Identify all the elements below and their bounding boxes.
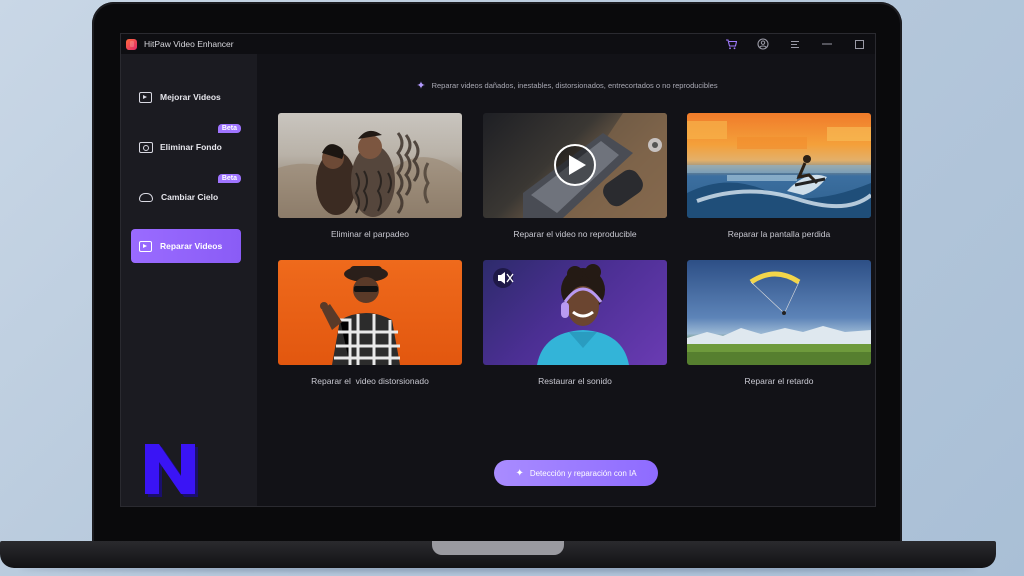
thumbnail-flicker [278, 113, 462, 218]
thumbnail-unplayable [483, 113, 667, 218]
sidebar-item-mejorar-videos[interactable]: Mejorar Videos [131, 80, 241, 114]
video-repair-icon [139, 240, 152, 252]
card-reparar-retardo[interactable]: Reparar el retardo [687, 260, 871, 386]
title-bar: HitPaw Video Enhancer [121, 34, 875, 54]
sparkle-icon: ✦ [416, 80, 426, 92]
sidebar-item-label: Reparar Videos [160, 241, 223, 251]
video-enhance-icon [139, 91, 152, 103]
thumbnail-sound [483, 260, 667, 365]
headline-text: Reparar videos dañados, inestables, dist… [431, 81, 718, 90]
card-eliminar-parpadeo[interactable]: Eliminar el parpadeo [278, 113, 462, 239]
section-headline: ✦ Reparar videos dañados, inestables, dis… [257, 79, 875, 92]
cart-icon[interactable] [715, 34, 747, 54]
card-label: Reparar el video distorsionado [311, 376, 429, 386]
laptop-notch [432, 541, 564, 555]
sky-replace-icon [139, 192, 153, 202]
sparkle-icon: ✦ [515, 467, 524, 479]
main-panel: ✦ Reparar videos dañados, inestables, dis… [257, 54, 875, 506]
card-label: Eliminar el parpadeo [331, 229, 409, 239]
thumbnail-lost-screen [687, 113, 871, 218]
minimize-icon[interactable] [811, 34, 843, 54]
app-logo-icon [126, 38, 137, 50]
card-label: Reparar el retardo [744, 376, 814, 386]
card-restaurar-sonido[interactable]: Restaurar el sonido [483, 260, 667, 386]
account-icon[interactable] [747, 34, 779, 54]
app-window: HitPaw Video Enhancer Mejorar Videos Eli… [120, 33, 876, 507]
card-video-distorsionado[interactable]: Reparar el video distorsionado [278, 260, 462, 386]
sidebar-item-label: Mejorar Videos [160, 92, 221, 102]
sidebar-item-reparar-videos[interactable]: Reparar Videos [131, 229, 241, 263]
sidebar-item-cambiar-cielo[interactable]: Cambiar Cielo Beta [131, 174, 241, 214]
sidebar: Mejorar Videos Eliminar Fondo Beta Cambi… [121, 54, 257, 506]
sidebar-item-eliminar-fondo[interactable]: Eliminar Fondo Beta [131, 124, 241, 164]
beta-badge: Beta [217, 124, 241, 133]
thumbnail-lag [687, 260, 871, 365]
n-logo [145, 444, 198, 497]
thumbnail-distorted [278, 260, 462, 365]
beta-badge: Beta [217, 174, 241, 183]
card-label: Reparar el video no reproducible [513, 229, 637, 239]
card-pantalla-perdida[interactable]: Reparar la pantalla perdida [687, 113, 871, 239]
sidebar-item-label: Cambiar Cielo [161, 192, 219, 202]
maximize-icon[interactable] [843, 34, 875, 54]
ai-button-label: Detección y reparación con IA [529, 468, 637, 478]
card-label: Restaurar el sonido [538, 376, 612, 386]
menu-icon[interactable] [779, 34, 811, 54]
card-video-no-reproducible[interactable]: Reparar el video no reproducible [483, 113, 667, 239]
card-label: Reparar la pantalla perdida [727, 229, 831, 239]
titlebar-controls [715, 34, 875, 54]
app-title: HitPaw Video Enhancer [144, 39, 234, 49]
remove-background-icon [139, 141, 153, 153]
sidebar-item-label: Eliminar Fondo [160, 142, 222, 152]
ai-detect-repair-button[interactable]: ✦ Detección y reparación con IA [494, 460, 658, 486]
